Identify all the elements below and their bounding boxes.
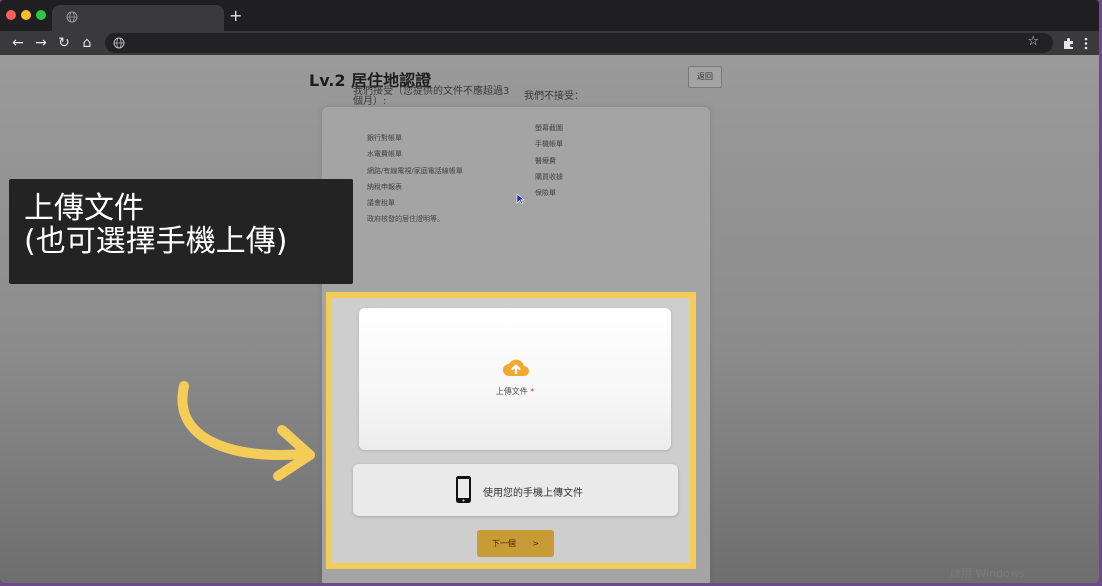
list-item: 網路/有線電視/家庭電話線帳單 [367,166,463,175]
menu-icon[interactable] [1083,37,1089,50]
list-item: 醫療費 [535,156,556,165]
list-item: 手機帳單 [535,140,563,149]
rejected-list: 螢幕截圖 手機帳單 醫療費 購買收據 保險單 [535,120,563,201]
caption-line: (也可選擇手機上傳) [24,224,288,259]
required-marker: * [530,387,535,396]
caption-line: 上傳文件 [24,191,144,226]
phone-icon [456,476,471,503]
list-item: 議會稅單 [367,199,395,208]
list-item: 螢幕截圖 [535,124,563,132]
next-button[interactable]: 下一個 > [477,530,554,557]
next-button-label: 下一個 [491,539,516,548]
caption-overlay: 上傳文件 (也可選擇手機上傳) [9,179,353,284]
browser-tab[interactable] [52,5,224,31]
arrow-icon [177,381,315,481]
windows-watermark: 啟用 Windows [950,567,1025,580]
list-item: 購買收據 [535,172,563,181]
star-icon[interactable]: ☆ [1027,34,1039,49]
tab-strip: + [0,0,1099,31]
extensions-icon[interactable] [1062,37,1075,50]
back-arrow-icon[interactable]: ← [10,35,26,51]
back-button[interactable]: 返回 [688,66,722,88]
maximize-window-button[interactable] [36,10,46,20]
new-tab-button[interactable]: + [229,6,242,26]
cloud-upload-icon [503,359,529,376]
cursor-icon [516,193,525,205]
reload-icon[interactable]: ↻ [56,35,72,51]
close-window-button[interactable] [6,10,16,20]
globe-icon [113,37,125,49]
address-bar[interactable]: ☆ [105,33,1053,53]
upload-label-text: 上傳文件 [495,387,528,396]
accepted-list: 銀行對帳單 水電費帳單 網路/有線電視/家庭電話線帳單 納稅申報表 議會稅單 政… [367,130,463,228]
list-item: 保險單 [535,189,556,198]
forward-arrow-icon[interactable]: → [33,35,49,51]
list-item: 水電費帳單 [367,150,402,159]
minimize-window-button[interactable] [21,10,31,20]
list-item: 銀行對帳單 [367,134,402,142]
mobile-upload-label: 使用您的手機上傳文件 [483,488,583,499]
home-icon[interactable]: ⌂ [79,35,95,51]
browser-toolbar: ← → ↻ ⌂ ☆ [0,31,1099,55]
accepted-heading: 我們接受（您提供的文件不應超過3個月）: [353,86,510,107]
chevron-right-icon: > [532,539,540,548]
globe-icon [66,11,78,23]
rejected-heading: 我們不接受： [524,91,584,102]
upload-label: 上傳文件 * [359,386,671,397]
list-item: 納稅申報表 [367,182,402,191]
list-item: 政府核發的居住證明等。 [367,215,444,224]
